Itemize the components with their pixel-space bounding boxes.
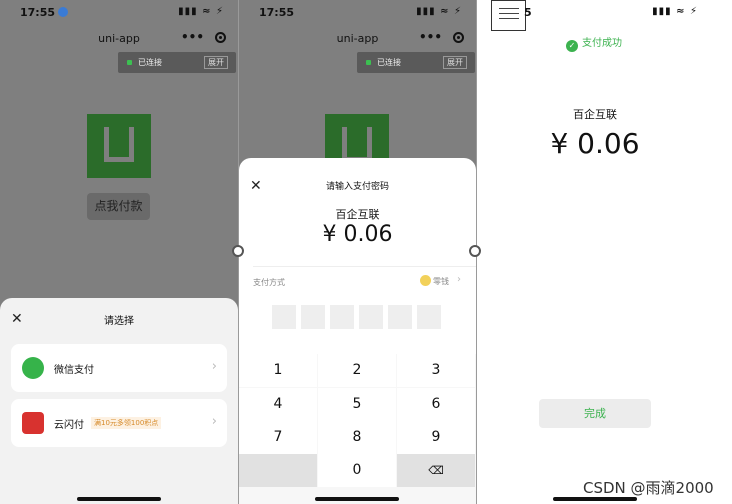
backspace-icon[interactable]: ⌫ bbox=[397, 454, 475, 487]
connection-status: 已连接 bbox=[138, 58, 162, 67]
promo-badge: 满10元多领100积点 bbox=[91, 417, 162, 429]
chevron-right-icon: › bbox=[211, 414, 217, 429]
key-6[interactable]: 6 bbox=[397, 388, 475, 421]
more-menu-icon[interactable]: ••• bbox=[181, 30, 204, 44]
connected-dot-icon bbox=[127, 60, 132, 65]
resize-handle[interactable] bbox=[469, 245, 481, 257]
success-text: 支付成功 bbox=[582, 38, 622, 49]
pay-button[interactable]: 点我付款 bbox=[87, 193, 150, 220]
logo-u-shape bbox=[342, 127, 372, 162]
payment-amount: ¥ 0.06 bbox=[322, 222, 393, 247]
more-menu-icon[interactable]: ••• bbox=[419, 30, 442, 44]
chevron-right-icon: › bbox=[211, 359, 217, 374]
key-2[interactable]: 2 bbox=[318, 354, 396, 387]
key-5[interactable]: 5 bbox=[318, 388, 396, 421]
logo-u-shape bbox=[104, 127, 134, 162]
pin-box bbox=[417, 305, 441, 329]
coin-icon bbox=[420, 275, 431, 286]
status-time: 5 bbox=[524, 6, 532, 19]
capsule-close-icon[interactable] bbox=[453, 32, 464, 43]
done-button[interactable]: 完成 bbox=[539, 399, 651, 428]
expand-button[interactable]: 展开 bbox=[443, 56, 467, 69]
connected-dot-icon bbox=[366, 60, 371, 65]
payment-select-screen: 17:55 ▮▮▮ ≈ ⚡ uni-app ••• 已连接 展开 点我付款 ✕ … bbox=[0, 0, 238, 504]
merchant-name: 百企互联 bbox=[335, 208, 380, 221]
debug-connection-bar: 已连接 展开 bbox=[118, 52, 236, 73]
resize-handle[interactable] bbox=[232, 245, 244, 257]
success-indicator: ✓ 支付成功 bbox=[566, 34, 622, 52]
pin-box bbox=[272, 305, 296, 329]
uni-app-logo bbox=[87, 114, 151, 178]
payment-method-label: 支付方式 bbox=[253, 278, 285, 287]
payment-amount: ¥ 0.06 bbox=[550, 127, 640, 160]
sheet-title: 请输入支付密码 bbox=[325, 182, 389, 192]
payment-method-value[interactable]: 零钱 bbox=[420, 275, 449, 287]
status-time: 17:55 bbox=[259, 6, 295, 19]
status-bar: 17:55 ▮▮▮ ≈ ⚡ bbox=[0, 4, 238, 20]
option-wechat-pay[interactable]: 微信支付 › bbox=[11, 344, 227, 392]
doc-line bbox=[499, 8, 519, 9]
check-icon: ✓ bbox=[566, 40, 578, 52]
key-blank bbox=[239, 454, 317, 487]
doc-line bbox=[499, 13, 519, 14]
csdn-watermark: CSDN @雨滴2000 bbox=[583, 479, 714, 497]
key-3[interactable]: 3 bbox=[397, 354, 475, 387]
signal-wifi-battery-icon: ▮▮▮ ≈ ⚡ bbox=[178, 6, 224, 17]
status-bar: 17:55 ▮▮▮ ≈ ⚡ bbox=[239, 4, 476, 20]
key-9[interactable]: 9 bbox=[397, 421, 475, 454]
unionpay-icon bbox=[22, 412, 44, 434]
signal-wifi-battery-icon: ▮▮▮ ≈ ⚡ bbox=[652, 6, 698, 17]
document-icon bbox=[491, 0, 526, 31]
method-value-text: 零钱 bbox=[433, 277, 449, 286]
chevron-right-icon: › bbox=[457, 274, 461, 285]
option-unionpay[interactable]: 云闪付 满10元多领100积点 › bbox=[11, 399, 227, 447]
divider bbox=[253, 266, 476, 267]
home-indicator bbox=[315, 497, 399, 501]
connection-status: 已连接 bbox=[377, 58, 401, 67]
sheet-title: 请选择 bbox=[104, 316, 134, 327]
wechat-pay-icon bbox=[22, 357, 44, 379]
home-indicator bbox=[77, 497, 161, 501]
signal-wifi-battery-icon: ▮▮▮ ≈ ⚡ bbox=[416, 6, 462, 17]
expand-button[interactable]: 展开 bbox=[204, 56, 228, 69]
payment-success-screen: 5 ▮▮▮ ≈ ⚡ ✓ 支付成功 百企互联 ¥ 0.06 完成 CSDN @雨滴2… bbox=[478, 0, 732, 504]
key-0[interactable]: 0 bbox=[318, 454, 396, 487]
option-label: 云闪付 bbox=[54, 420, 84, 431]
capsule-close-icon[interactable] bbox=[215, 32, 226, 43]
doc-line bbox=[499, 18, 519, 19]
password-sheet: ✕ 请输入支付密码 百企互联 ¥ 0.06 支付方式 零钱 › 1 2 3 4 … bbox=[239, 158, 476, 504]
number-keypad: 1 2 3 4 5 6 7 8 9 0 ⌫ bbox=[239, 354, 476, 504]
pin-box bbox=[301, 305, 325, 329]
key-1[interactable]: 1 bbox=[239, 354, 317, 387]
pin-box bbox=[359, 305, 383, 329]
payment-method-sheet: ✕ 请选择 微信支付 › 云闪付 满10元多领100积点 › bbox=[0, 298, 238, 504]
key-7[interactable]: 7 bbox=[239, 421, 317, 454]
key-4[interactable]: 4 bbox=[239, 388, 317, 421]
key-8[interactable]: 8 bbox=[318, 421, 396, 454]
status-time: 17:55 bbox=[20, 6, 69, 19]
pin-box bbox=[388, 305, 412, 329]
merchant-name: 百企互联 bbox=[573, 108, 617, 121]
debug-connection-bar: 已连接 展开 bbox=[357, 52, 475, 73]
option-label: 微信支付 bbox=[54, 365, 94, 376]
password-entry-screen: 17:55 ▮▮▮ ≈ ⚡ uni-app ••• 已连接 展开 ✕ 请输入支付… bbox=[239, 0, 476, 504]
location-icon bbox=[58, 7, 69, 17]
pin-box bbox=[330, 305, 354, 329]
